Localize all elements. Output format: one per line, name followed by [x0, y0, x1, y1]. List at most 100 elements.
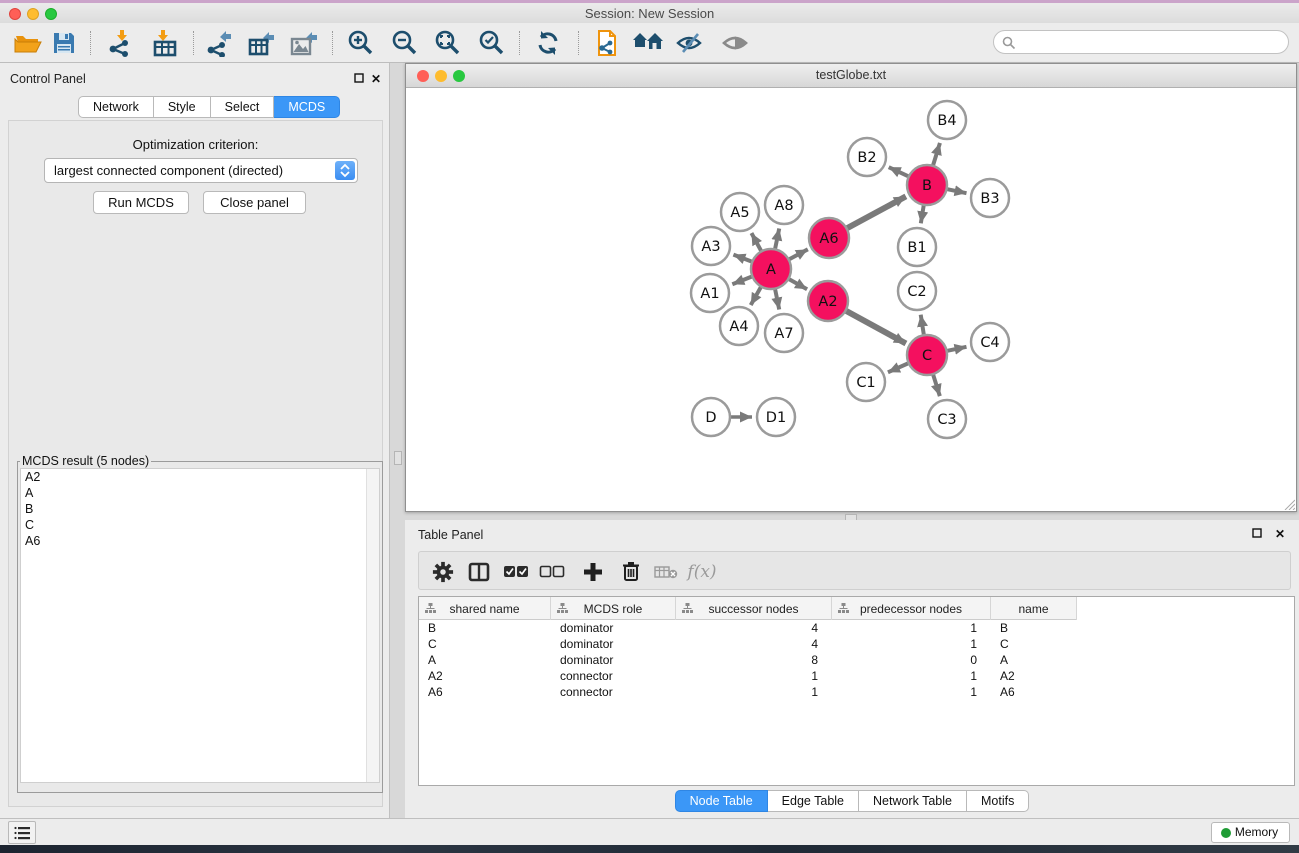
- node-C3[interactable]: C3: [928, 400, 966, 438]
- table-cell[interactable]: connector: [551, 684, 676, 700]
- table-cell[interactable]: B: [991, 620, 1077, 636]
- mcds-result-item[interactable]: C: [21, 517, 379, 533]
- show-column-button[interactable]: [464, 558, 494, 585]
- memory-button[interactable]: Memory: [1211, 822, 1290, 843]
- column-header-successor-nodes[interactable]: successor nodes: [676, 597, 832, 620]
- new-network-from-file-button[interactable]: [590, 28, 622, 58]
- hide-selected-button[interactable]: [674, 28, 706, 58]
- main-titlebar[interactable]: Session: New Session: [0, 3, 1299, 23]
- node-A8[interactable]: A8: [765, 186, 803, 224]
- show-all-button[interactable]: [720, 28, 752, 58]
- node-B2[interactable]: B2: [848, 138, 886, 176]
- node-B1[interactable]: B1: [898, 228, 936, 266]
- tab-network[interactable]: Network: [78, 96, 154, 118]
- node-B[interactable]: B: [907, 165, 947, 205]
- table-cell[interactable]: B: [419, 620, 551, 636]
- tab-motifs[interactable]: Motifs: [967, 790, 1029, 812]
- table-cell[interactable]: connector: [551, 668, 676, 684]
- table-cell[interactable]: 1: [832, 668, 991, 684]
- node-C[interactable]: C: [907, 335, 947, 375]
- open-folder-button[interactable]: [12, 28, 44, 58]
- table-cell[interactable]: dominator: [551, 620, 676, 636]
- import-network-button[interactable]: [104, 28, 136, 58]
- window-resize-grip[interactable]: [1282, 497, 1295, 510]
- zoom-fit-button[interactable]: [432, 28, 464, 58]
- edge-A6-B[interactable]: [844, 196, 906, 229]
- table-row[interactable]: A2connector11A2: [419, 668, 1077, 684]
- table-cell[interactable]: A2: [991, 668, 1077, 684]
- search-input[interactable]: [993, 30, 1289, 54]
- node-A3[interactable]: A3: [692, 227, 730, 265]
- table-cell[interactable]: A: [419, 652, 551, 668]
- mcds-result-listbox[interactable]: A2ABCA6: [20, 468, 380, 783]
- mcds-result-item[interactable]: A6: [21, 533, 379, 549]
- table-float-panel-icon[interactable]: [1252, 527, 1262, 541]
- node-A5[interactable]: A5: [721, 193, 759, 231]
- node-A4[interactable]: A4: [720, 307, 758, 345]
- table-cell[interactable]: C: [991, 636, 1077, 652]
- create-column-button[interactable]: [578, 558, 608, 585]
- table-cell[interactable]: A6: [991, 684, 1077, 700]
- tab-edge-table[interactable]: Edge Table: [768, 790, 859, 812]
- mcds-result-item[interactable]: A: [21, 485, 379, 501]
- mcds-result-item[interactable]: B: [21, 501, 379, 517]
- tab-style[interactable]: Style: [154, 96, 211, 118]
- tab-network-table[interactable]: Network Table: [859, 790, 967, 812]
- function-builder-button[interactable]: f(x): [687, 558, 717, 585]
- export-image-button[interactable]: [288, 28, 320, 58]
- node-A2[interactable]: A2: [808, 281, 848, 321]
- network-window-titlebar[interactable]: testGlobe.txt: [406, 64, 1296, 88]
- settings-gear-button[interactable]: [428, 558, 458, 585]
- edge-A2-C[interactable]: [843, 309, 906, 343]
- node-B4[interactable]: B4: [928, 101, 966, 139]
- table-cell[interactable]: 1: [832, 684, 991, 700]
- deselect-all-button[interactable]: [537, 558, 567, 585]
- delete-column-button[interactable]: [616, 558, 646, 585]
- tab-select[interactable]: Select: [211, 96, 275, 118]
- table-row[interactable]: A6connector11A6: [419, 684, 1077, 700]
- listbox-scrollbar[interactable]: [366, 469, 379, 782]
- node-B3[interactable]: B3: [971, 179, 1009, 217]
- import-table-button[interactable]: [149, 28, 181, 58]
- table-cell[interactable]: 4: [676, 620, 832, 636]
- save-session-button[interactable]: [48, 28, 80, 58]
- node-A[interactable]: A: [751, 249, 791, 289]
- node-A1[interactable]: A1: [691, 274, 729, 312]
- vertical-splitter-handle[interactable]: [394, 451, 402, 465]
- select-all-button[interactable]: [501, 558, 531, 585]
- table-cell[interactable]: A2: [419, 668, 551, 684]
- column-header-shared-name[interactable]: shared name: [419, 597, 551, 620]
- node-C1[interactable]: C1: [847, 363, 885, 401]
- table-cell[interactable]: 1: [676, 684, 832, 700]
- zoom-in-button[interactable]: [345, 28, 377, 58]
- table-cell[interactable]: 4: [676, 636, 832, 652]
- table-cell[interactable]: 1: [832, 636, 991, 652]
- delete-table-button[interactable]: [651, 558, 681, 585]
- export-network-button[interactable]: [203, 28, 235, 58]
- column-header-MCDS-role[interactable]: MCDS role: [551, 597, 676, 620]
- node-A7[interactable]: A7: [765, 314, 803, 352]
- close-panel-button[interactable]: Close panel: [203, 191, 306, 214]
- table-cell[interactable]: 1: [832, 620, 991, 636]
- table-cell[interactable]: dominator: [551, 652, 676, 668]
- table-cell[interactable]: C: [419, 636, 551, 652]
- table-cell[interactable]: 0: [832, 652, 991, 668]
- table-row[interactable]: Cdominator41C: [419, 636, 1077, 652]
- table-cell[interactable]: A: [991, 652, 1077, 668]
- run-mcds-button[interactable]: Run MCDS: [93, 191, 189, 214]
- zoom-out-button[interactable]: [389, 28, 421, 58]
- home-first-neighbors-button[interactable]: [632, 28, 664, 58]
- table-row[interactable]: Adominator80A: [419, 652, 1077, 668]
- tab-mcds[interactable]: MCDS: [274, 96, 340, 118]
- close-panel-icon[interactable]: ✕: [371, 72, 381, 86]
- table-cell[interactable]: 1: [676, 668, 832, 684]
- node-D1[interactable]: D1: [757, 398, 795, 436]
- node-D[interactable]: D: [692, 398, 730, 436]
- refresh-button[interactable]: [532, 28, 564, 58]
- node-C4[interactable]: C4: [971, 323, 1009, 361]
- optimization-criterion-dropdown[interactable]: largest connected component (directed): [44, 158, 358, 183]
- mcds-result-item[interactable]: A2: [21, 469, 379, 485]
- column-header-name[interactable]: name: [991, 597, 1077, 620]
- table-row[interactable]: Bdominator41B: [419, 620, 1077, 636]
- column-header-predecessor-nodes[interactable]: predecessor nodes: [832, 597, 991, 620]
